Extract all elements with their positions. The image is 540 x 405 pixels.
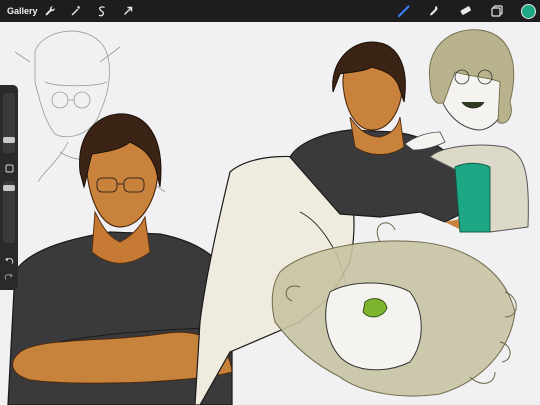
magic-wand-icon[interactable] <box>68 3 84 19</box>
eraser-icon[interactable] <box>458 3 474 19</box>
opacity-slider[interactable] <box>3 181 15 243</box>
undo-icon[interactable] <box>3 255 15 267</box>
top-toolbar: Gallery <box>0 0 540 22</box>
transform-arrow-icon[interactable] <box>120 3 136 19</box>
color-picker-button[interactable] <box>520 3 536 19</box>
brush-size-slider[interactable] <box>3 93 15 153</box>
side-toolbar <box>0 85 18 290</box>
smudge-icon[interactable] <box>426 3 442 19</box>
brush-size-handle[interactable] <box>3 137 15 143</box>
redo-icon[interactable] <box>3 271 15 283</box>
gallery-button[interactable]: Gallery <box>7 6 38 16</box>
modify-square-icon[interactable] <box>3 162 15 174</box>
opacity-handle[interactable] <box>3 185 15 191</box>
artwork <box>7 29 529 405</box>
current-color-swatch <box>520 3 536 19</box>
wrench-icon[interactable] <box>42 3 58 19</box>
brush-icon[interactable] <box>396 3 412 19</box>
drawing-canvas[interactable] <box>0 22 540 405</box>
layers-icon[interactable] <box>489 3 505 19</box>
selection-icon[interactable] <box>94 3 110 19</box>
